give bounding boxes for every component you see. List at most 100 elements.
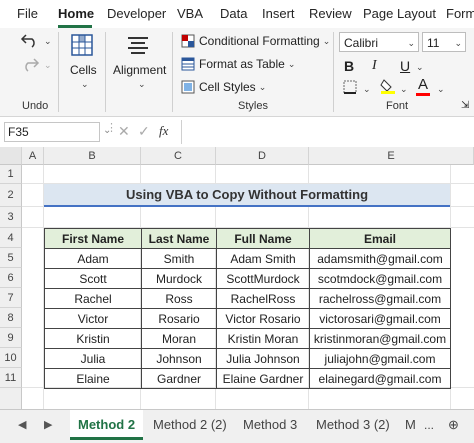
column-header-b[interactable]: B [44, 147, 141, 165]
cancel-icon[interactable]: ✕ [118, 123, 130, 140]
alignment-button[interactable]: Alignment [113, 63, 166, 77]
tab-data[interactable]: Data [220, 6, 247, 21]
undo-icon[interactable] [20, 32, 40, 51]
italic-button[interactable]: I [372, 58, 377, 74]
column-header-a[interactable]: A [22, 147, 44, 165]
underline-dropdown-icon[interactable]: ⌄ [416, 62, 424, 73]
sheet-tab-method-3-2[interactable]: Method 3 (2) [316, 410, 390, 440]
formula-input[interactable] [185, 122, 470, 142]
redo-icon[interactable] [20, 56, 40, 75]
bold-button[interactable]: B [344, 58, 354, 74]
cell-first-name[interactable]: Kristin [44, 328, 142, 349]
scroll-tabs-left-icon[interactable]: ◀ [18, 418, 26, 431]
borders-icon[interactable] [343, 80, 357, 97]
select-all-corner[interactable] [0, 147, 22, 165]
fill-color-dropdown-icon[interactable]: ⌄ [400, 84, 408, 95]
cell-last-name[interactable]: Johnson [141, 348, 217, 369]
tab-page-layout[interactable]: Page Layout [363, 6, 436, 21]
cell-first-name[interactable]: Adam [44, 248, 142, 269]
cell-last-name[interactable]: Rosario [141, 308, 217, 329]
undo-dropdown-icon[interactable]: ⌄ [44, 36, 52, 47]
sheet-tab-method-2-2[interactable]: Method 2 (2) [153, 410, 227, 440]
cell-email[interactable]: scotmdock@gmail.com [309, 268, 451, 289]
row-header-11[interactable]: 11 [0, 368, 22, 388]
tab-developer[interactable]: Developer [107, 6, 166, 21]
row-header-3[interactable]: 3 [0, 207, 22, 228]
row-header-12[interactable] [0, 388, 22, 409]
enter-icon[interactable]: ✓ [138, 123, 150, 140]
tab-vba[interactable]: VBA [177, 6, 203, 21]
cell-email[interactable]: rachelross@gmail.com [309, 288, 451, 309]
cell-email[interactable]: juliajohn@gmail.com [309, 348, 451, 369]
cell-full-name[interactable]: ScottMurdock [216, 268, 310, 289]
fill-color-icon[interactable] [380, 78, 396, 97]
sheet-tab-method-3[interactable]: Method 3 [243, 410, 297, 440]
header-full-name[interactable]: Full Name [216, 228, 310, 249]
add-sheet-icon[interactable]: ⊕ [448, 410, 459, 440]
header-last-name[interactable]: Last Name [141, 228, 217, 249]
cell-last-name[interactable]: Moran [141, 328, 217, 349]
cell-last-name[interactable]: Gardner [141, 368, 217, 389]
cell-full-name[interactable]: Adam Smith [216, 248, 310, 269]
column-header-e[interactable]: E [309, 147, 474, 165]
alignment-dropdown-icon[interactable]: ⌄ [138, 79, 146, 90]
font-color-icon[interactable]: A [418, 76, 428, 93]
sheet-title-cell[interactable]: Using VBA to Copy Without Formatting [44, 184, 450, 207]
font-color-dropdown-icon[interactable]: ⌄ [437, 84, 445, 95]
cell-full-name[interactable]: Elaine Gardner [216, 368, 310, 389]
row-header-7[interactable]: 7 [0, 288, 22, 308]
cell-full-name[interactable]: Kristin Moran [216, 328, 310, 349]
row-header-5[interactable]: 5 [0, 248, 22, 268]
column-header-c[interactable]: C [141, 147, 216, 165]
cell-full-name[interactable]: RachelRoss [216, 288, 310, 309]
tab-insert[interactable]: Insert [262, 6, 295, 21]
row-header-8[interactable]: 8 [0, 308, 22, 328]
tab-review[interactable]: Review [309, 6, 352, 21]
cell-email[interactable]: elainegard@gmail.com [309, 368, 451, 389]
cell-first-name[interactable]: Scott [44, 268, 142, 289]
cell-full-name[interactable]: Julia Johnson [216, 348, 310, 369]
format-as-table-button[interactable]: Format as Table ⌄ [181, 57, 295, 71]
cell-first-name[interactable]: Elaine [44, 368, 142, 389]
name-box[interactable]: F35 [4, 122, 100, 142]
scroll-tabs-right-icon[interactable]: ▶ [44, 418, 52, 431]
row-header-6[interactable]: 6 [0, 268, 22, 288]
cell-first-name[interactable]: Rachel [44, 288, 142, 309]
cell-email[interactable]: adamsmith@gmail.com [309, 248, 451, 269]
row-header-2[interactable]: 2 [0, 184, 22, 207]
row-header-9[interactable]: 9 [0, 328, 22, 348]
more-sheets-button[interactable]: ... [424, 410, 434, 440]
alignment-icon[interactable] [126, 33, 150, 60]
cell-first-name[interactable]: Victor [44, 308, 142, 329]
cells-dropdown-icon[interactable]: ⌄ [81, 79, 89, 90]
underline-button[interactable]: U [400, 58, 410, 74]
cells-icon[interactable] [70, 33, 94, 60]
conditional-formatting-button[interactable]: Conditional Formatting ⌄ [181, 34, 330, 48]
column-header-d[interactable]: D [216, 147, 309, 165]
cell-email[interactable]: victorosari@gmail.com [309, 308, 451, 329]
header-email[interactable]: Email [309, 228, 451, 249]
header-first-name[interactable]: First Name [44, 228, 142, 249]
cell-first-name[interactable]: Julia [44, 348, 142, 369]
borders-dropdown-icon[interactable]: ⌄ [363, 84, 371, 95]
cell-full-name[interactable]: Victor Rosario [216, 308, 310, 329]
cells-button[interactable]: Cells [70, 63, 97, 77]
font-size-combo[interactable]: 11 ⌄ [422, 32, 466, 52]
sheet-tab-method-2[interactable]: Method 2 [70, 410, 144, 440]
cell-last-name[interactable]: Murdock [141, 268, 217, 289]
tab-home[interactable]: Home [58, 6, 94, 21]
cell-styles-button[interactable]: Cell Styles ⌄ [181, 80, 266, 94]
cell-last-name[interactable]: Smith [141, 248, 217, 269]
cell-email[interactable]: kristinmoran@gmail.com [309, 328, 451, 349]
tab-file[interactable]: File [17, 6, 38, 21]
dialog-launcher-icon[interactable]: ⇲ [461, 100, 469, 111]
tab-formulas[interactable]: Form [446, 6, 474, 21]
row-header-4[interactable]: 4 [0, 228, 22, 248]
sheet-tab-m[interactable]: M [405, 410, 416, 440]
chevron-down-icon[interactable]: ⌄ [454, 33, 462, 53]
row-header-1[interactable]: 1 [0, 165, 22, 184]
insert-function-button[interactable]: fx [159, 123, 168, 139]
font-name-combo[interactable]: Calibri ⌄ [339, 32, 419, 52]
cell-last-name[interactable]: Ross [141, 288, 217, 309]
row-header-10[interactable]: 10 [0, 348, 22, 368]
